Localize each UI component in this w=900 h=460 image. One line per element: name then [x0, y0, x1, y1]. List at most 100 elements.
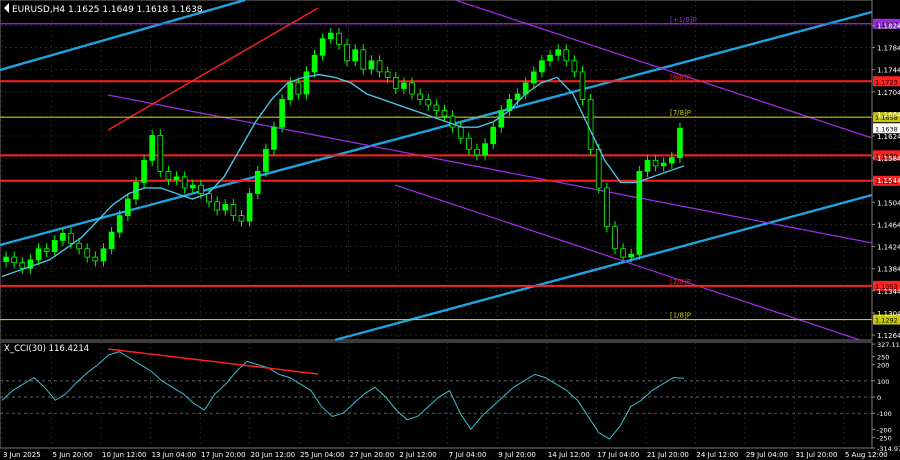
candle-body: [392, 76, 399, 89]
candle-body: [360, 49, 367, 70]
candle-body: [604, 187, 610, 228]
candle-body: [555, 49, 561, 56]
candle-body: [547, 54, 553, 62]
candle-body: [149, 135, 156, 161]
candle-body: [579, 71, 586, 100]
candle-body: [108, 231, 115, 250]
level-label: [7/8]P: [670, 109, 691, 117]
level-badge-label: 1.1723: [875, 78, 898, 86]
candle-body: [652, 159, 659, 167]
cci-tick-label: 200: [877, 362, 889, 370]
price-tick-label: 1.1304: [877, 310, 900, 318]
candle-body: [636, 170, 643, 255]
cci-tick-label: 100: [877, 378, 889, 386]
candle-body: [287, 82, 294, 100]
candle-body: [279, 99, 285, 128]
candle-body: [376, 60, 383, 73]
candle-body: [628, 253, 635, 258]
candle-body: [92, 256, 99, 262]
candle-body: [181, 176, 188, 189]
candle-body: [214, 201, 220, 211]
candle-body: [68, 232, 74, 244]
price-tick-label: 1.1464: [877, 221, 900, 229]
time-tick-label: 17 Jul 04:00: [597, 451, 639, 459]
cci-tick-label: 250: [877, 354, 889, 362]
cci-tick-label: 327.116: [877, 341, 900, 349]
candle-body: [246, 193, 253, 222]
time-tick-label: 29 Jul 04:00: [746, 451, 788, 459]
candle-body: [612, 226, 618, 250]
candle-body: [76, 242, 82, 250]
price-tick-label: 1.1664: [877, 111, 900, 119]
candle-body: [449, 115, 456, 128]
time-tick-label: 17 Jun 20:00: [201, 451, 245, 459]
time-tick-label: 5 Aug 12:00: [845, 451, 888, 459]
candle-body: [563, 49, 570, 62]
candle-body: [490, 126, 497, 145]
candle-body: [677, 127, 683, 158]
candle-body: [311, 54, 318, 73]
candle-body: [100, 248, 107, 262]
candle-body: [295, 82, 302, 95]
candle-body: [51, 240, 58, 252]
candle-body: [457, 126, 464, 139]
candle-body: [620, 248, 626, 258]
time-tick-label: 25 Jun 04:00: [300, 451, 344, 459]
candle-body: [141, 159, 147, 183]
candle-body: [230, 204, 237, 217]
candle-body: [60, 232, 66, 241]
cci-tick-label: 0: [877, 394, 881, 402]
price-tick-label: 1.1824: [877, 22, 900, 30]
candle-body: [417, 93, 423, 100]
candle-body: [466, 137, 472, 150]
candle-body: [336, 32, 342, 45]
candle-body: [344, 43, 350, 62]
price-tick-label: 1.1504: [877, 199, 900, 207]
symbol-header: EURUSD,H4 1.1625 1.1649 1.1618 1.1638: [12, 5, 203, 15]
time-tick-label: 21 Jul 20:00: [647, 451, 689, 459]
time-tick-label: 27 Jun 20:00: [350, 451, 394, 459]
candle-body: [595, 148, 602, 189]
candle-body: [352, 49, 359, 62]
candle-body: [530, 71, 537, 84]
candle-body: [539, 60, 545, 73]
candle-body: [84, 248, 91, 258]
candle-body: [11, 256, 18, 264]
candle-body: [165, 170, 172, 181]
level-label: [1/8]P: [670, 312, 691, 320]
candle-body: [206, 193, 212, 203]
candle-body: [660, 162, 667, 167]
candle-body: [222, 204, 229, 211]
candle-body: [571, 60, 578, 73]
level-label: [2/8]P: [670, 278, 691, 286]
time-tick-label: 24 Jul 12:00: [696, 451, 738, 459]
candle-body: [409, 82, 415, 95]
price-tick-label: 1.1424: [877, 244, 900, 252]
price-tick-label: 1.1384: [877, 266, 900, 274]
candle-body: [198, 184, 204, 194]
candle-body: [482, 143, 488, 156]
time-tick-label: 13 Jun 04:00: [152, 451, 196, 459]
candle-body: [384, 71, 391, 78]
price-tick-label: 1.1544: [877, 177, 900, 185]
candle-body: [644, 159, 651, 172]
candle-body: [303, 71, 310, 95]
candle-body: [319, 38, 326, 56]
candle-body: [474, 148, 480, 156]
price-tick-label: 1.1744: [877, 67, 900, 75]
price-panel: 1.1827[+1/8]P1.1723[8/8]P1.1658[7/8]P1.1…: [0, 0, 900, 342]
candle-body: [125, 198, 131, 217]
cci-tick-label: -200: [877, 426, 892, 434]
price-panel-frame: [0, 0, 873, 341]
price-tick-label: 1.1624: [877, 133, 900, 141]
time-tick-label: 2 Jul 12:00: [399, 451, 437, 459]
candle-body: [3, 256, 9, 262]
time-tick-label: 3 Jun 2025: [3, 451, 41, 459]
candle-body: [514, 93, 521, 100]
candle-body: [189, 184, 196, 189]
time-tick-label: 5 Jun 20:00: [53, 451, 93, 459]
time-tick-label: 20 Jun 12:00: [251, 451, 295, 459]
candle-body: [254, 170, 261, 194]
price-axis: 1.1824 1.1784 1.1744 1.1704 1.1664 1.1624 1.15…: [872, 22, 900, 340]
candle-body: [271, 126, 277, 150]
